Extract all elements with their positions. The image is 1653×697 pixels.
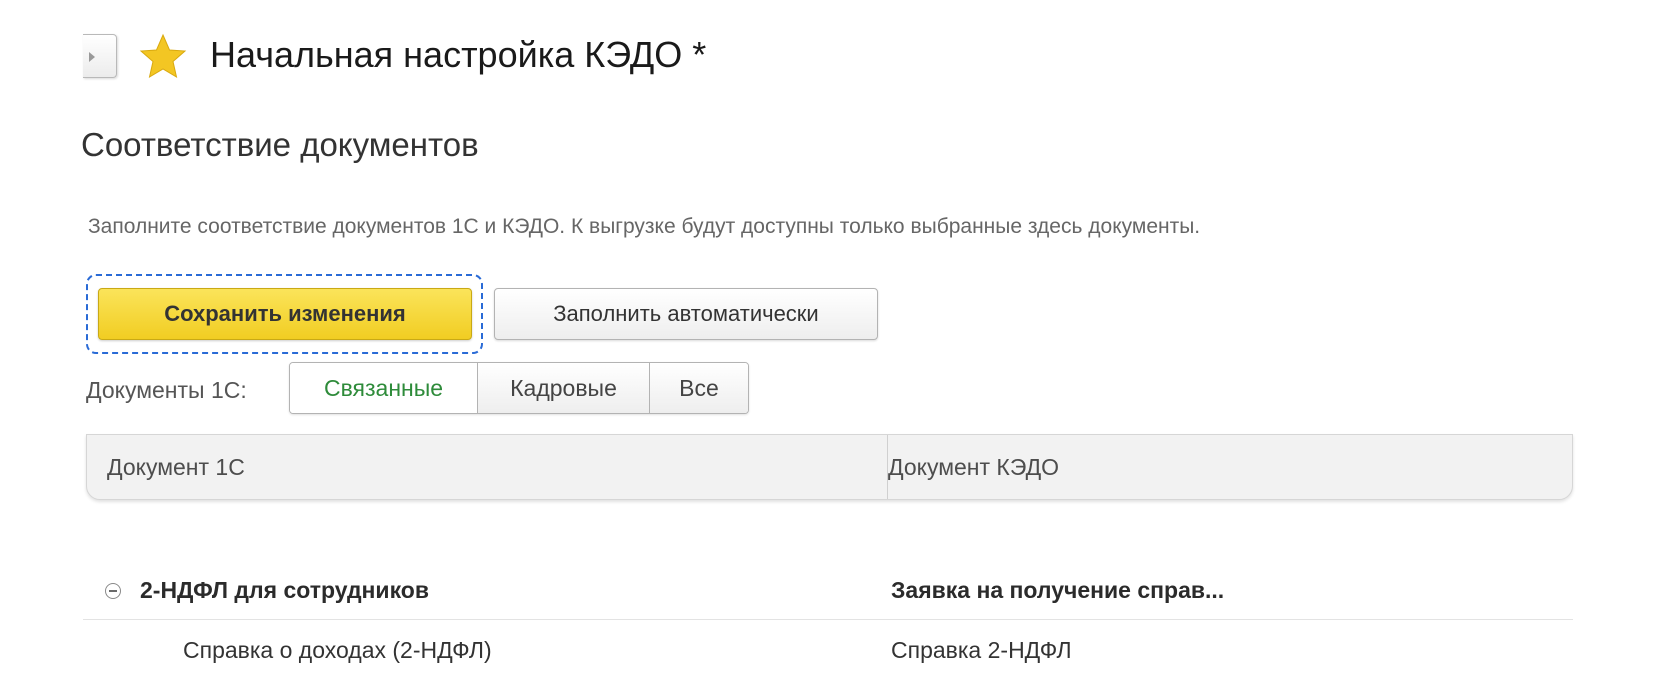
hint-text: Заполните соответствие документов 1С и К… bbox=[88, 215, 1201, 238]
cell-doc-kedo: Заявка на получение справ... bbox=[891, 576, 1225, 603]
panel-toggle-button[interactable] bbox=[83, 34, 117, 78]
column-header-doc-1c[interactable]: Документ 1С bbox=[107, 435, 245, 499]
filter-linked-button[interactable]: Связанные bbox=[290, 363, 477, 413]
chevron-right-icon bbox=[89, 52, 95, 62]
filter-hr-button[interactable]: Кадровые bbox=[477, 363, 649, 413]
table-row-group[interactable]: 2-НДФЛ для сотрудников Заявка на получен… bbox=[83, 560, 1573, 620]
star-icon[interactable] bbox=[138, 32, 188, 82]
collapse-icon[interactable] bbox=[105, 583, 121, 599]
cell-doc-kedo: Справка 2-НДФЛ bbox=[891, 636, 1072, 663]
cell-doc-1c: Справка о доходах (2-НДФЛ) bbox=[183, 636, 492, 663]
page-title: Начальная настройка КЭДО * bbox=[210, 34, 707, 75]
filter-all-button[interactable]: Все bbox=[649, 363, 748, 413]
save-changes-button[interactable]: Сохранить изменения bbox=[98, 288, 472, 340]
document-filter: Связанные Кадровые Все bbox=[289, 362, 749, 414]
autofill-button[interactable]: Заполнить автоматически bbox=[494, 288, 878, 340]
section-title: Соответствие документов bbox=[81, 126, 479, 163]
filter-label: Документы 1С: bbox=[86, 377, 247, 403]
column-header-doc-kedo[interactable]: Документ КЭДО bbox=[888, 435, 1059, 499]
table-header: Документ 1С Документ КЭДО bbox=[86, 434, 1573, 500]
cell-doc-1c: 2-НДФЛ для сотрудников bbox=[140, 576, 429, 603]
table-row[interactable]: Справка о доходах (2-НДФЛ) Справка 2-НДФ… bbox=[83, 620, 1573, 680]
